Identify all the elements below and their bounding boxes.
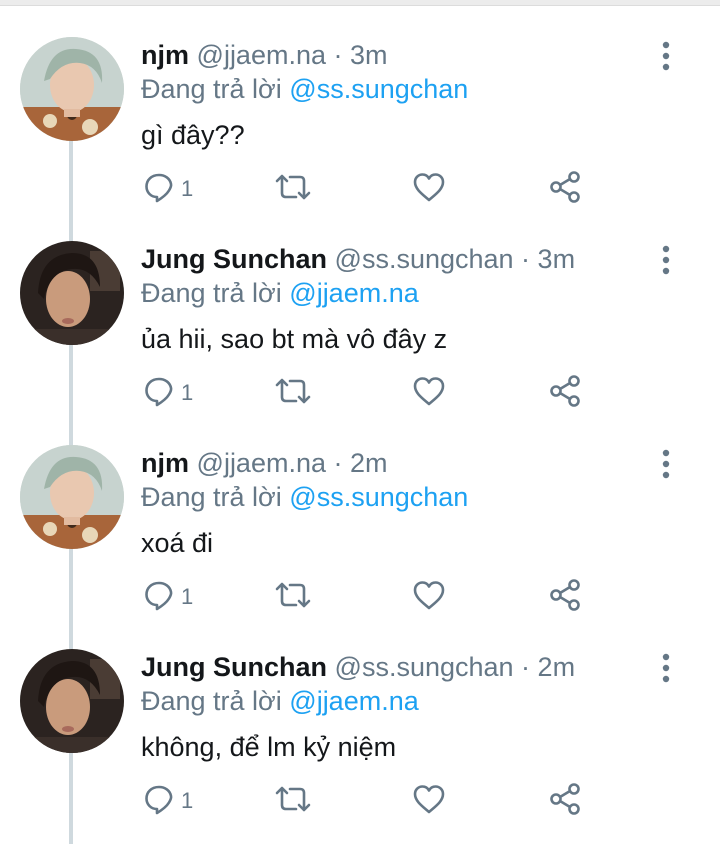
replying-to: Đang trả lời @ss.sungchan	[141, 480, 468, 514]
tweet-header: Jung Sunchan @ss.sungchan · 3m	[141, 242, 575, 276]
retweet-button[interactable]	[274, 375, 312, 411]
tweet-text: ủa hii, sao bt mà vô đây z	[141, 324, 448, 354]
tweet-header: njm @jjaem.na · 2m	[141, 446, 388, 480]
retweet-button[interactable]	[274, 579, 312, 615]
tweet-header: Jung Sunchan @ss.sungchan · 2m	[141, 650, 575, 684]
replying-prefix: Đang trả lời	[141, 686, 282, 716]
reply-button[interactable]: 1	[143, 579, 193, 615]
tweet-header: njm @jjaem.na · 3m	[141, 38, 388, 72]
share-button[interactable]	[548, 374, 582, 413]
retweet-icon	[274, 375, 312, 412]
replying-to: Đang trả lời @ss.sungchan	[141, 72, 468, 106]
separator-dot: ·	[326, 448, 350, 478]
like-button[interactable]	[412, 375, 446, 411]
tweet-text: không, để lm kỷ niệm	[141, 732, 397, 762]
share-button[interactable]	[548, 578, 582, 617]
more-vertical-icon[interactable]	[655, 41, 677, 71]
heart-icon	[412, 579, 446, 616]
like-button[interactable]	[412, 171, 446, 207]
reply-icon	[143, 171, 175, 208]
handle[interactable]: @jjaem.na	[197, 40, 326, 70]
display-name[interactable]: Jung Sunchan	[141, 244, 327, 274]
reply-button[interactable]: 1	[143, 171, 193, 207]
reply-icon	[143, 783, 175, 820]
display-name[interactable]: njm	[141, 40, 189, 70]
reply-icon	[143, 579, 175, 616]
reply-count: 1	[181, 788, 194, 813]
avatar[interactable]	[20, 241, 124, 345]
replying-to-handle[interactable]: @ss.sungchan	[289, 482, 468, 512]
avatar[interactable]	[20, 37, 124, 141]
tweet[interactable]: njm @jjaem.na · 3m Đang trả lời @ss.sung…	[0, 37, 720, 241]
separator-dot: ·	[326, 40, 350, 70]
separator-dot: ·	[513, 244, 538, 274]
separator-dot: ·	[513, 652, 538, 682]
retweet-icon	[274, 171, 312, 208]
retweet-icon	[274, 783, 312, 820]
reply-count: 1	[181, 380, 194, 405]
replying-to-handle[interactable]: @ss.sungchan	[289, 74, 468, 104]
replying-to: Đang trả lời @jjaem.na	[141, 276, 419, 310]
reply-button[interactable]: 1	[143, 783, 193, 819]
handle[interactable]: @ss.sungchan	[335, 244, 514, 274]
heart-icon	[412, 783, 446, 820]
display-name[interactable]: njm	[141, 448, 189, 478]
tweet-text: xoá đi	[141, 528, 214, 558]
more-vertical-icon[interactable]	[655, 653, 677, 683]
tweet[interactable]: njm @jjaem.na · 2m Đang trả lời @ss.sung…	[0, 445, 720, 649]
share-icon	[548, 170, 582, 209]
heart-icon	[412, 375, 446, 412]
reply-button[interactable]: 1	[143, 375, 193, 411]
handle[interactable]: @ss.sungchan	[335, 652, 514, 682]
replying-prefix: Đang trả lời	[141, 278, 282, 308]
heart-icon	[412, 171, 446, 208]
replying-prefix: Đang trả lời	[141, 74, 282, 104]
reply-icon	[143, 375, 175, 412]
share-button[interactable]	[548, 782, 582, 821]
share-button[interactable]	[548, 170, 582, 209]
display-name[interactable]: Jung Sunchan	[141, 652, 327, 682]
top-divider	[0, 0, 720, 6]
avatar[interactable]	[20, 445, 124, 549]
retweet-icon	[274, 579, 312, 616]
tweet[interactable]: Jung Sunchan @ss.sungchan · 2m Đang trả …	[0, 649, 720, 853]
tweet[interactable]: Jung Sunchan @ss.sungchan · 3m Đang trả …	[0, 241, 720, 445]
avatar[interactable]	[20, 649, 124, 753]
replying-to-handle[interactable]: @jjaem.na	[289, 278, 418, 308]
reply-count: 1	[181, 176, 194, 201]
timestamp[interactable]: 3m	[538, 244, 576, 274]
retweet-button[interactable]	[274, 783, 312, 819]
reply-count: 1	[181, 584, 194, 609]
replying-prefix: Đang trả lời	[141, 482, 282, 512]
share-icon	[548, 374, 582, 413]
retweet-button[interactable]	[274, 171, 312, 207]
like-button[interactable]	[412, 579, 446, 615]
more-vertical-icon[interactable]	[655, 449, 677, 479]
more-vertical-icon[interactable]	[655, 245, 677, 275]
replying-to: Đang trả lời @jjaem.na	[141, 684, 419, 718]
handle[interactable]: @jjaem.na	[197, 448, 326, 478]
timestamp[interactable]: 2m	[538, 652, 576, 682]
share-icon	[548, 578, 582, 617]
tweet-text: gì đây??	[141, 120, 245, 150]
share-icon	[548, 782, 582, 821]
timestamp[interactable]: 3m	[350, 40, 388, 70]
timestamp[interactable]: 2m	[350, 448, 388, 478]
like-button[interactable]	[412, 783, 446, 819]
replying-to-handle[interactable]: @jjaem.na	[289, 686, 418, 716]
